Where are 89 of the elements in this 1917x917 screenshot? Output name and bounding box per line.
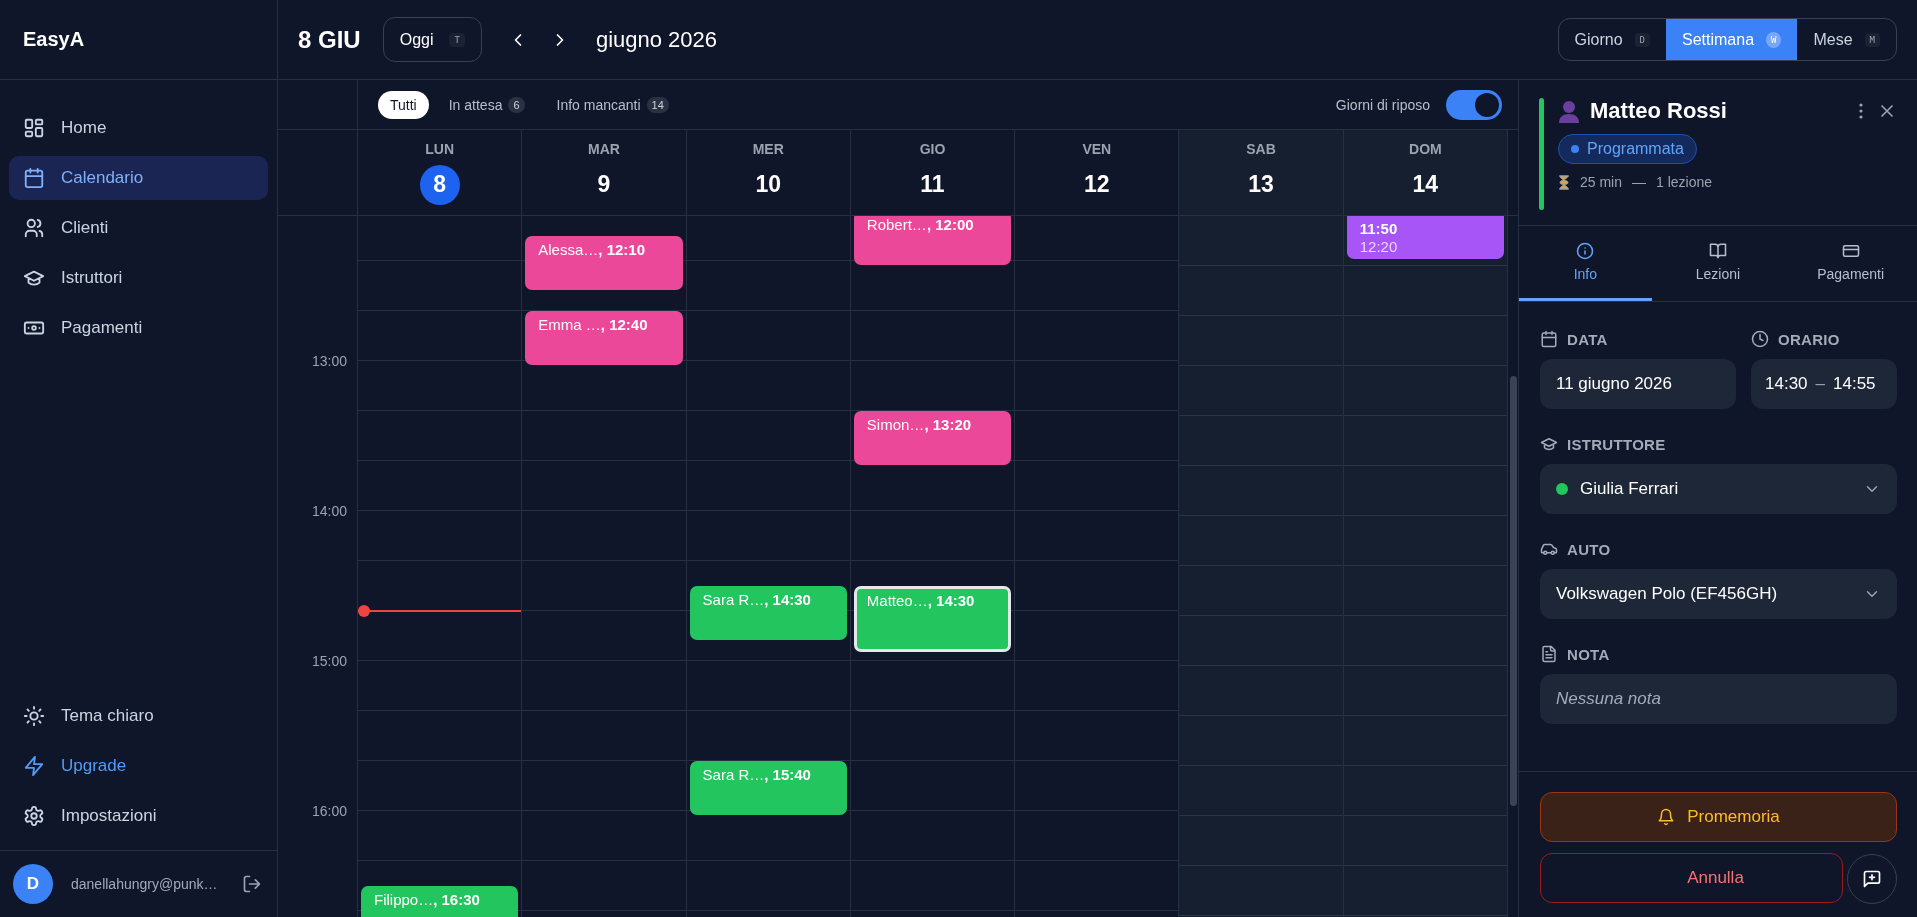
hourglass-icon bbox=[1558, 174, 1570, 190]
day-number[interactable]: 13 bbox=[1241, 164, 1282, 205]
scrollbar-thumb[interactable] bbox=[1510, 376, 1517, 806]
day-number[interactable]: 9 bbox=[583, 164, 624, 205]
sun-icon bbox=[23, 705, 45, 727]
duration-text: 25 min bbox=[1580, 174, 1623, 190]
nav-item[interactable]: Impostazioni bbox=[9, 794, 268, 838]
weekday-label: SAB bbox=[1246, 140, 1276, 157]
grid-icon bbox=[23, 117, 45, 139]
field-label: NOTA bbox=[1567, 645, 1610, 663]
field-label: ORARIO bbox=[1778, 330, 1840, 348]
users-icon bbox=[23, 217, 45, 239]
weekday-label: MER bbox=[752, 140, 784, 157]
date-field[interactable]: 11 giugno 2026 bbox=[1540, 359, 1736, 409]
calendar-event[interactable]: Robert…, 12:00 bbox=[853, 216, 1012, 265]
day-number[interactable]: 11 bbox=[912, 164, 953, 205]
weekday-label: VEN bbox=[1082, 140, 1112, 157]
separator-text: — bbox=[1632, 174, 1647, 190]
feedback-button[interactable] bbox=[1847, 854, 1897, 904]
book-icon bbox=[1709, 242, 1727, 260]
hour-label: 15:00 bbox=[311, 653, 347, 669]
rest-days-label: Giorni di riposo bbox=[1335, 96, 1430, 113]
hour-label: 14:00 bbox=[311, 503, 347, 519]
range-separator: – bbox=[1815, 374, 1825, 394]
calendar-event[interactable]: Emma …, 12:40 bbox=[525, 311, 683, 365]
message-plus-icon bbox=[1862, 869, 1882, 889]
weekday-label: MAR bbox=[587, 140, 620, 157]
rest-days-toggle[interactable] bbox=[1446, 89, 1502, 120]
lesson-count: 1 lezione bbox=[1656, 174, 1713, 190]
credit-card-icon bbox=[1841, 242, 1860, 260]
nav-item[interactable]: Home bbox=[9, 106, 268, 150]
reminder-button[interactable]: Promemoria bbox=[1540, 792, 1897, 842]
more-icon bbox=[1859, 103, 1863, 119]
car-select[interactable]: Volkswagen Polo (EF456GH) bbox=[1540, 569, 1897, 619]
logout-icon bbox=[242, 874, 262, 894]
user-avatar: D bbox=[13, 864, 53, 904]
current-date: 8 GIU bbox=[298, 25, 361, 54]
field-label: ISTRUTTORE bbox=[1567, 435, 1666, 453]
day-number[interactable]: 10 bbox=[748, 164, 789, 205]
nav-item[interactable]: Clienti bbox=[9, 206, 268, 250]
hour-label: 13:00 bbox=[311, 353, 347, 369]
end-time-field[interactable]: 14:55 bbox=[1833, 374, 1876, 394]
view-tab[interactable]: Mese M bbox=[1797, 19, 1896, 60]
nav-item[interactable]: Tema chiaro bbox=[9, 694, 268, 738]
app-logo: EasyA bbox=[0, 0, 277, 80]
instructor-select[interactable]: Giulia Ferrari bbox=[1540, 464, 1897, 514]
panel-tab[interactable]: Lezioni bbox=[1651, 226, 1785, 301]
day-number[interactable]: 14 bbox=[1405, 164, 1446, 205]
nav-item[interactable]: Upgrade bbox=[9, 744, 268, 788]
calendar-icon bbox=[23, 167, 45, 189]
more-button[interactable] bbox=[1857, 101, 1865, 121]
clock-icon bbox=[1751, 330, 1769, 348]
lesson-title: Matteo Rossi bbox=[1590, 98, 1728, 124]
view-tab[interactable]: Settimana W bbox=[1666, 19, 1798, 60]
panel-tab[interactable]: Info bbox=[1519, 226, 1652, 301]
filter-chip[interactable]: Info mancanti 14 bbox=[544, 90, 681, 119]
graduation-cap-icon bbox=[1540, 435, 1558, 453]
document-icon bbox=[1540, 645, 1558, 663]
settings-icon bbox=[23, 805, 45, 827]
note-field[interactable]: Nessuna nota bbox=[1540, 674, 1897, 724]
info-icon bbox=[1576, 242, 1595, 260]
lightning-icon bbox=[23, 755, 45, 777]
filter-chip[interactable]: Tutti bbox=[378, 90, 429, 119]
hour-label: 16:00 bbox=[311, 803, 347, 819]
month-title: giugno 2026 bbox=[595, 26, 718, 53]
cancel-button[interactable]: Annulla bbox=[1540, 853, 1843, 903]
calendar-event[interactable]: Alessa…, 12:10 bbox=[525, 236, 683, 290]
status-badge: Programmata bbox=[1558, 134, 1697, 164]
day-number[interactable]: 12 bbox=[1076, 164, 1117, 205]
day-number[interactable]: 8 bbox=[419, 164, 460, 205]
calendar-icon bbox=[1540, 330, 1558, 348]
weekday-label: GIO bbox=[919, 140, 946, 157]
nav-item[interactable]: Pagamenti bbox=[9, 306, 268, 350]
calendar-event[interactable]: Simon…, 13:20 bbox=[853, 411, 1012, 465]
weekday-label: DOM bbox=[1409, 140, 1442, 157]
calendar-event[interactable]: 11:50 12:20 bbox=[1346, 216, 1504, 259]
field-label: DATA bbox=[1567, 330, 1608, 348]
field-label: AUTO bbox=[1567, 540, 1611, 558]
filter-chip[interactable]: In attesa 6 bbox=[436, 90, 537, 119]
user-email: danellahungry@punk… bbox=[71, 876, 219, 892]
bell-icon bbox=[1657, 808, 1676, 826]
weekday-label: LUN bbox=[425, 140, 455, 157]
panel-tab[interactable]: Pagamenti bbox=[1784, 226, 1917, 301]
nav-item[interactable]: Istruttori bbox=[9, 256, 268, 300]
person-icon bbox=[1558, 99, 1580, 123]
nav-item[interactable]: Calendario bbox=[9, 156, 268, 200]
view-tab[interactable]: Giorno D bbox=[1558, 19, 1666, 60]
today-button[interactable]: Oggi T bbox=[382, 17, 482, 62]
start-time-field[interactable]: 14:30 bbox=[1765, 374, 1808, 394]
